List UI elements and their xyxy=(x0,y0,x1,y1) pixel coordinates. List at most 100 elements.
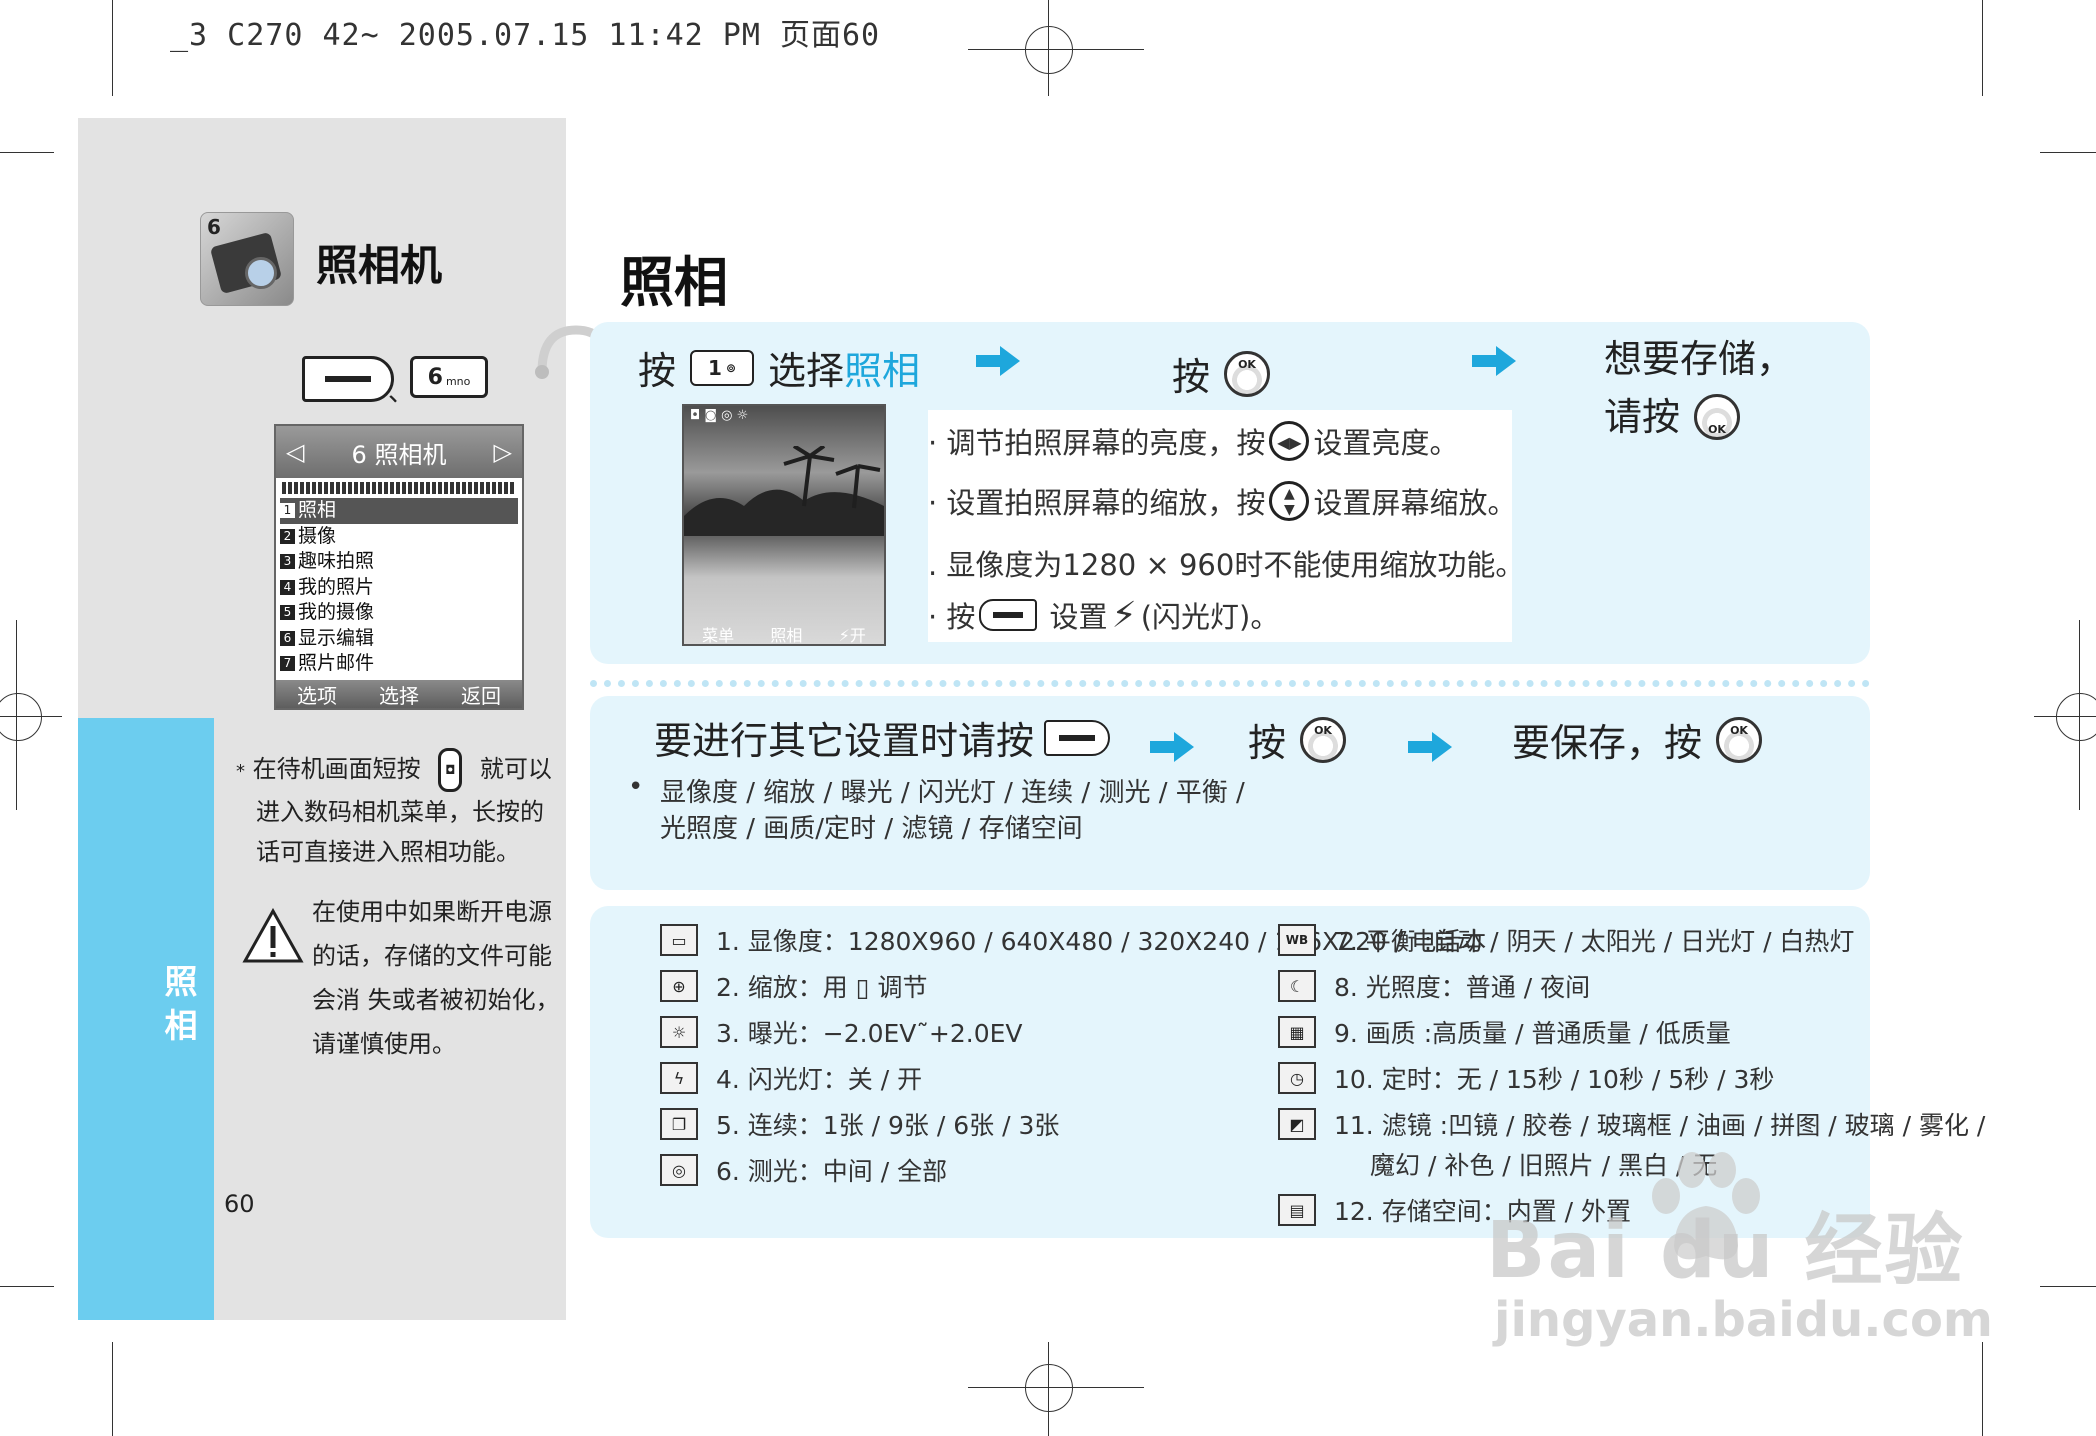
left-softkey-icon xyxy=(979,599,1038,631)
menu-item-video[interactable]: 2 摄像 xyxy=(280,524,518,550)
warning-note: 在使用中如果断开电源 的话，存储的文件可能 会消 失或者被初始化， 请谨慎使用。 xyxy=(312,898,560,1058)
divider xyxy=(282,482,516,494)
menu-item-photo[interactable]: 1 照相 xyxy=(280,498,518,524)
setting-filter: ◩ 11. 滤镜 :凹镜 / 胶卷 / 玻璃框 / 油画 / 拼图 / 玻璃 / … xyxy=(1278,1106,1985,1142)
crop-mark xyxy=(1982,1342,1983,1436)
step-confirm: 按 xyxy=(1248,712,1347,767)
printer-slug: _3 C270 42~ 2005.07.15 11:42 PM 页面60 xyxy=(170,18,881,53)
quality-icon: ▦ xyxy=(1278,1016,1316,1048)
metering-icon: ◎ xyxy=(660,1154,698,1186)
ok-button-icon xyxy=(1300,716,1347,763)
registration-mark xyxy=(1048,0,1049,96)
dotted-divider xyxy=(590,680,1870,687)
softkey-menu[interactable]: 菜单 xyxy=(702,622,734,644)
setting-timer: ◷ 10. 定时：无 / 15秒 / 10秒 / 5秒 / 3秒 xyxy=(1278,1060,1774,1096)
setting-metering: ◎ 6. 测光：中间 / 全部 xyxy=(660,1152,947,1188)
key-6-icon: 6 mno xyxy=(410,356,488,398)
camera-app-icon: 6 xyxy=(200,212,294,306)
right-arrow-icon: ▷ xyxy=(493,438,512,466)
burst-icon: ❐ xyxy=(660,1108,698,1140)
crop-mark xyxy=(112,1342,113,1436)
phone-menu-list: 1 照相 2 摄像 3 趣味拍照 4 我的照片 5 我的摄像 6 显示编辑 7 照片邮件 xyxy=(276,498,522,677)
setting-flash: ϟ 4. 闪光灯：关 / 开 xyxy=(660,1060,922,1096)
softkey-flash[interactable]: ⚡开 xyxy=(839,622,866,644)
camera-side-key-icon: ◘ xyxy=(438,748,463,792)
right-softkey-icon xyxy=(1044,719,1111,756)
flash-icon: ϟ xyxy=(660,1062,698,1094)
menu-item-my-videos[interactable]: 5 我的摄像 xyxy=(280,600,518,626)
phone-menu-screen: ◁ 6 照相机 ▷ 1 照相 2 摄像 3 趣味拍照 4 我的照片 5 我的摄像 6 显示编… xyxy=(274,424,524,710)
page-title: 照相 xyxy=(620,251,728,314)
ok-button-icon xyxy=(1224,350,1271,397)
camera-softkey-bar: 菜单 照相 ⚡开 xyxy=(684,622,884,644)
filter-icon: ◩ xyxy=(1278,1108,1316,1140)
lens-icon xyxy=(245,257,277,289)
exposure-icon: ☼ xyxy=(660,1016,698,1048)
step-save: 要保存，按 xyxy=(1512,712,1763,767)
camera-preview-screen: ◘ ◙ ◎ ☼ 菜单 照相 ⚡开 xyxy=(682,404,886,646)
crop-mark xyxy=(0,1286,54,1287)
arrow-right-icon xyxy=(1472,346,1516,376)
tip-brightness: · 调节拍照屏幕的亮度，按 ◀▶ 设置亮度。 xyxy=(928,420,1458,462)
phone-softkey-bar: 选项 选择 返回 xyxy=(276,680,522,708)
timer-icon: ◷ xyxy=(1278,1062,1316,1094)
tip-zoom: · 设置拍照屏幕的缩放，按 ▲ ▼ 设置屏幕缩放。 xyxy=(928,480,1516,522)
arrow-right-icon xyxy=(976,346,1020,376)
night-mode-icon: ☾ xyxy=(1278,970,1316,1002)
registration-mark xyxy=(2056,693,2096,741)
menu-item-display-edit[interactable]: 6 显示编辑 xyxy=(280,626,518,652)
registration-mark xyxy=(2079,620,2080,810)
registration-mark xyxy=(1025,1364,1073,1412)
step-2: 按 xyxy=(1172,346,1271,401)
setting-white-balance: WB 7. 平衡 :自动 / 阴天 / 太阳光 / 日光灯 / 白热灯 xyxy=(1278,922,1854,958)
crop-mark xyxy=(2040,1286,2096,1287)
registration-mark xyxy=(968,49,1144,50)
arrow-right-icon xyxy=(1408,732,1452,762)
registration-mark xyxy=(0,693,42,741)
registration-mark xyxy=(2034,716,2096,717)
setting-illumination: ☾ 8. 光照度：普通 / 夜间 xyxy=(1278,968,1590,1004)
ok-button-icon xyxy=(1694,394,1741,459)
registration-mark xyxy=(968,1387,1144,1388)
crop-mark xyxy=(2040,152,2096,153)
menu-item-fun-photo[interactable]: 3 趣味拍照 xyxy=(280,549,518,575)
palm-trees-image xyxy=(684,446,884,536)
left-arrow-icon: ◁ xyxy=(286,438,305,466)
left-right-nav-icon: ◀▶ xyxy=(1269,421,1310,461)
setting-exposure: ☼ 3. 曝光：−2.0EV˜+2.0EV xyxy=(660,1014,1023,1050)
watermark-url: jingyan.baidu.com xyxy=(1494,1292,1993,1348)
menu-item-my-photos[interactable]: 4 我的照片 xyxy=(280,575,518,601)
app-title: 照相机 xyxy=(316,241,443,290)
tip-note: * 在待机画面短按 ◘ 就可以 进入数码相机菜单，长按的 话可直接进入照相功能。 xyxy=(236,748,556,872)
settings-list-line-2: 光照度 / 画质/定时 / 滤镜 / 存储空间 xyxy=(660,814,1083,844)
softkey-select[interactable]: 选择 xyxy=(379,680,419,709)
setting-zoom: ⊕ 2. 缩放：用 ▯ 调节 xyxy=(660,968,927,1004)
page-number: 60 xyxy=(224,1190,255,1218)
flash-icon: ⚡ xyxy=(1111,594,1137,636)
tip-flash: · 按 设置 ⚡ (闪光灯)。 xyxy=(928,594,1280,636)
tip-resolution-warning: . 显像度为1280 × 960时不能使用缩放功能。 xyxy=(928,548,1525,582)
softkey-capture[interactable]: 照相 xyxy=(770,622,802,644)
watermark-logo: Bai du 经验 xyxy=(1486,1206,1965,1296)
phone-menu-header: ◁ 6 照相机 ▷ xyxy=(276,426,522,478)
registration-mark xyxy=(1048,1342,1049,1436)
ok-button-icon xyxy=(1716,716,1763,763)
setting-quality: ▦ 9. 画质 :高质量 / 普通质量 / 低质量 xyxy=(1278,1014,1731,1050)
menu-item-photo-mail[interactable]: 7 照片邮件 xyxy=(280,651,518,677)
registration-mark xyxy=(16,620,17,810)
section-tab-label: 照相 xyxy=(164,962,198,1045)
settings-list-line-1: 显像度 / 缩放 / 曝光 / 闪光灯 / 连续 / 测光 / 平衡 / xyxy=(660,778,1245,808)
settings-bullet: • xyxy=(628,772,644,802)
registration-mark xyxy=(0,716,62,717)
crop-mark xyxy=(0,152,54,153)
softkey-back[interactable]: 返回 xyxy=(461,680,501,709)
warning-icon xyxy=(242,908,304,963)
setting-burst: ❐ 5. 连续：1张 / 9张 / 6张 / 3张 xyxy=(660,1106,1059,1142)
softkey-options[interactable]: 选项 xyxy=(297,680,337,709)
arrow-right-icon xyxy=(1150,732,1194,762)
up-down-nav-icon: ▲ ▼ xyxy=(1269,481,1310,521)
crop-mark xyxy=(1982,0,1983,96)
crop-mark xyxy=(112,0,113,96)
left-softkey-icon xyxy=(302,356,394,402)
white-balance-icon: WB xyxy=(1278,924,1316,956)
